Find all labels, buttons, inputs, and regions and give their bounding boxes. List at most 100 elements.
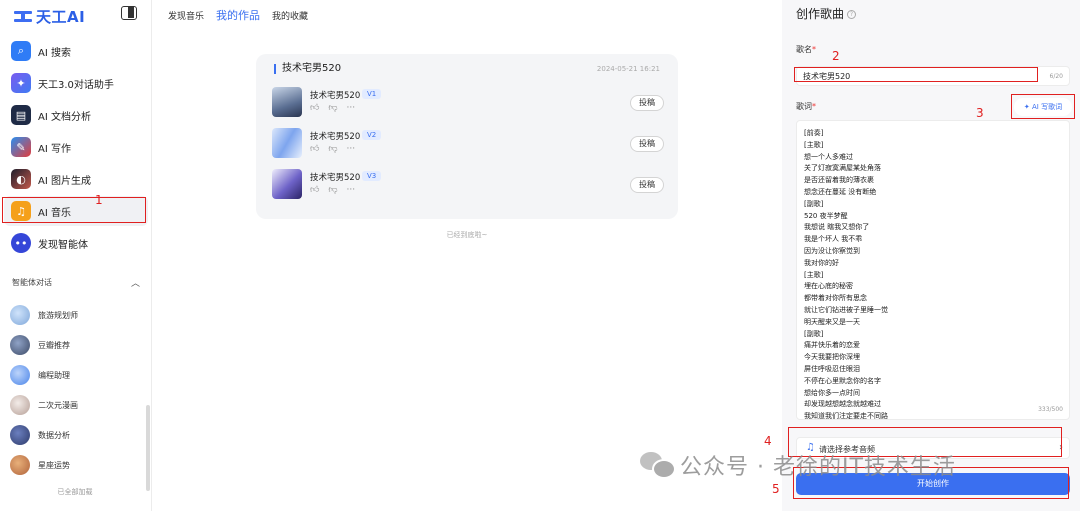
agent-section-title: 智能体对话: [12, 278, 52, 287]
more-icon[interactable]: ···: [347, 103, 356, 113]
agent-item-data-analysis[interactable]: 数据分析: [8, 420, 146, 450]
agent-label: 豆瓣推荐: [38, 340, 70, 350]
agent-avatar: [10, 425, 30, 445]
song-name: 技术宅男520: [310, 132, 361, 142]
annotation-number-2: 2: [832, 49, 840, 63]
agent-section-header[interactable]: 智能体对话 ︿: [12, 276, 142, 289]
song-name-label: 歌名*: [796, 45, 816, 54]
discover-agents-icon: ••: [11, 233, 31, 253]
panel-title: 创作歌曲?: [796, 5, 857, 22]
thumbs-up-icon[interactable]: 👍︎: [310, 103, 319, 113]
sidebar-scrollbar[interactable]: [146, 405, 150, 491]
annotation-number-3: 3: [976, 106, 984, 120]
lyrics-label: 歌词*: [796, 102, 816, 111]
works-card: 技术宅男520 2024-05-21 16:21 技术宅男520 V1 👍︎ 👎…: [256, 54, 678, 219]
help-icon[interactable]: ?: [847, 10, 857, 19]
nav-item-doc-analysis[interactable]: ▤ AI 文档分析: [4, 100, 148, 130]
agent-avatar: [10, 365, 30, 385]
lyric-line: 都带着对你所有思念: [804, 294, 867, 303]
nav-item-label: AI 图片生成: [38, 175, 91, 187]
image-generation-icon: ◐: [11, 169, 31, 189]
song-cover[interactable]: [272, 128, 302, 158]
submit-button[interactable]: 投稿: [630, 177, 664, 193]
lyric-line: 却发现越想越念就越难过: [804, 400, 881, 409]
thumbs-down-icon[interactable]: 👎︎: [328, 144, 337, 154]
tab-my-works[interactable]: 我的作品: [216, 7, 260, 23]
tab-discover-music[interactable]: 发现音乐: [168, 9, 204, 22]
song-row[interactable]: 技术宅男520 V1 👍︎ 👎︎ ··· 投稿: [272, 87, 664, 119]
wechat-icon: [640, 452, 676, 479]
song-row[interactable]: 技术宅男520 V3 👍︎ 👎︎ ··· 投稿: [272, 169, 664, 201]
nav-item-ai-search[interactable]: ⌕ AI 搜索: [4, 36, 148, 66]
thumbs-down-icon[interactable]: 👎︎: [328, 185, 337, 195]
sidebar: 天工AI ⌕ AI 搜索 ✦ 天工3.0对话助手 ▤ AI 文档分析 ✎ AI …: [0, 0, 152, 511]
nav-item-label: AI 写作: [38, 143, 71, 155]
song-cover[interactable]: [272, 87, 302, 117]
lyric-line: 想念还在蔓延 没有断绝: [804, 187, 877, 196]
works-title: 技术宅男520: [274, 64, 341, 74]
annotation-box-2: [794, 67, 1038, 82]
agent-avatar: [10, 305, 30, 325]
list-end-text: 已经到底啦~: [446, 231, 488, 239]
agent-label: 数据分析: [38, 430, 70, 440]
version-badge: V2: [362, 130, 382, 140]
loaded-all-text: 已全部加载: [57, 488, 93, 496]
tiangong-logo-icon: [14, 10, 32, 24]
version-badge: V3: [362, 171, 382, 181]
annotation-number-1: 1: [95, 193, 103, 207]
lyric-line: [副歌]: [804, 199, 824, 208]
annotation-box-1: [2, 197, 146, 223]
brand-name: 天工AI: [36, 8, 86, 26]
annotation-number-5: 5: [772, 482, 780, 496]
lyrics-textarea[interactable]: [前奏] [主歌] 想一个人多难过 关了灯寂寞满屋某处角落 是否还留着我的薄衣裹 想念还在…: [796, 120, 1070, 420]
lyric-line: [副歌]: [804, 329, 824, 338]
chevron-up-icon[interactable]: ︿: [131, 276, 140, 289]
writing-icon: ✎: [11, 137, 31, 157]
annotation-number-4: 4: [764, 434, 772, 448]
tab-favorites[interactable]: 我的收藏: [272, 9, 308, 22]
lyric-line: 我想说 瞎我又想你了: [804, 223, 870, 232]
panel-title-text: 创作歌曲: [796, 7, 845, 21]
agent-item-coding[interactable]: 编程助理: [8, 360, 146, 390]
lyric-line: 就让它们钻进被子里睡一觉: [804, 305, 888, 314]
nav-item-ai-writing[interactable]: ✎ AI 写作: [4, 132, 148, 162]
song-row[interactable]: 技术宅男520 V2 👍︎ 👎︎ ··· 投稿: [272, 128, 664, 160]
lyric-line: 520 夜半梦醒: [804, 211, 848, 220]
lyric-line: 想给你多一点时间: [804, 388, 860, 397]
song-cover[interactable]: [272, 169, 302, 199]
more-icon[interactable]: ···: [347, 144, 356, 154]
agent-avatar: [10, 335, 30, 355]
agent-item-travel-planner[interactable]: 旅游规划师: [8, 300, 146, 330]
thumbs-up-icon[interactable]: 👍︎: [310, 144, 319, 154]
lyric-line: 今天我要把你深埋: [804, 353, 860, 362]
sidebar-collapse-icon[interactable]: [121, 6, 137, 20]
nav-item-label: 发现智能体: [38, 239, 88, 251]
agent-label: 编程助理: [38, 370, 70, 380]
song-name-label-text: 歌名: [796, 45, 812, 54]
lyric-line: 因为没让你察觉到: [804, 246, 860, 255]
lyrics-label-text: 歌词: [796, 102, 812, 111]
version-badge: V1: [362, 89, 382, 99]
nav-item-chat-assistant[interactable]: ✦ 天工3.0对话助手: [4, 68, 148, 98]
agent-label: 二次元漫画: [38, 400, 78, 410]
submit-button[interactable]: 投稿: [630, 136, 664, 152]
agent-label: 星座运势: [38, 460, 70, 470]
lyrics-content: [前奏] [主歌] 想一个人多难过 关了灯寂寞满屋某处角落 是否还留着我的薄衣裹 想念还在…: [804, 128, 888, 419]
agent-item-douban[interactable]: 豆瓣推荐: [8, 330, 146, 360]
nav-item-image-generation[interactable]: ◐ AI 图片生成: [4, 164, 148, 194]
lyric-line: 埋在心底的秘密: [804, 282, 853, 291]
thumbs-up-icon[interactable]: 👍︎: [310, 185, 319, 195]
more-icon[interactable]: ···: [347, 185, 356, 195]
submit-button[interactable]: 投稿: [630, 95, 664, 111]
agent-item-horoscope[interactable]: 星座运势: [8, 450, 146, 480]
logo[interactable]: 天工AI: [14, 6, 85, 27]
song-actions: 👍︎ 👎︎ ···: [310, 185, 355, 195]
lyrics-count: 333/500: [1038, 406, 1063, 413]
agent-item-anime[interactable]: 二次元漫画: [8, 390, 146, 420]
thumbs-down-icon[interactable]: 👎︎: [328, 103, 337, 113]
song-name-count: 6/20: [1049, 73, 1063, 80]
nav-item-discover-agents[interactable]: •• 发现智能体: [4, 228, 148, 258]
lyric-line: 痛并快乐着的恋爱: [804, 341, 860, 350]
nav-item-label: 天工3.0对话助手: [38, 79, 114, 91]
agent-avatar: [10, 395, 30, 415]
